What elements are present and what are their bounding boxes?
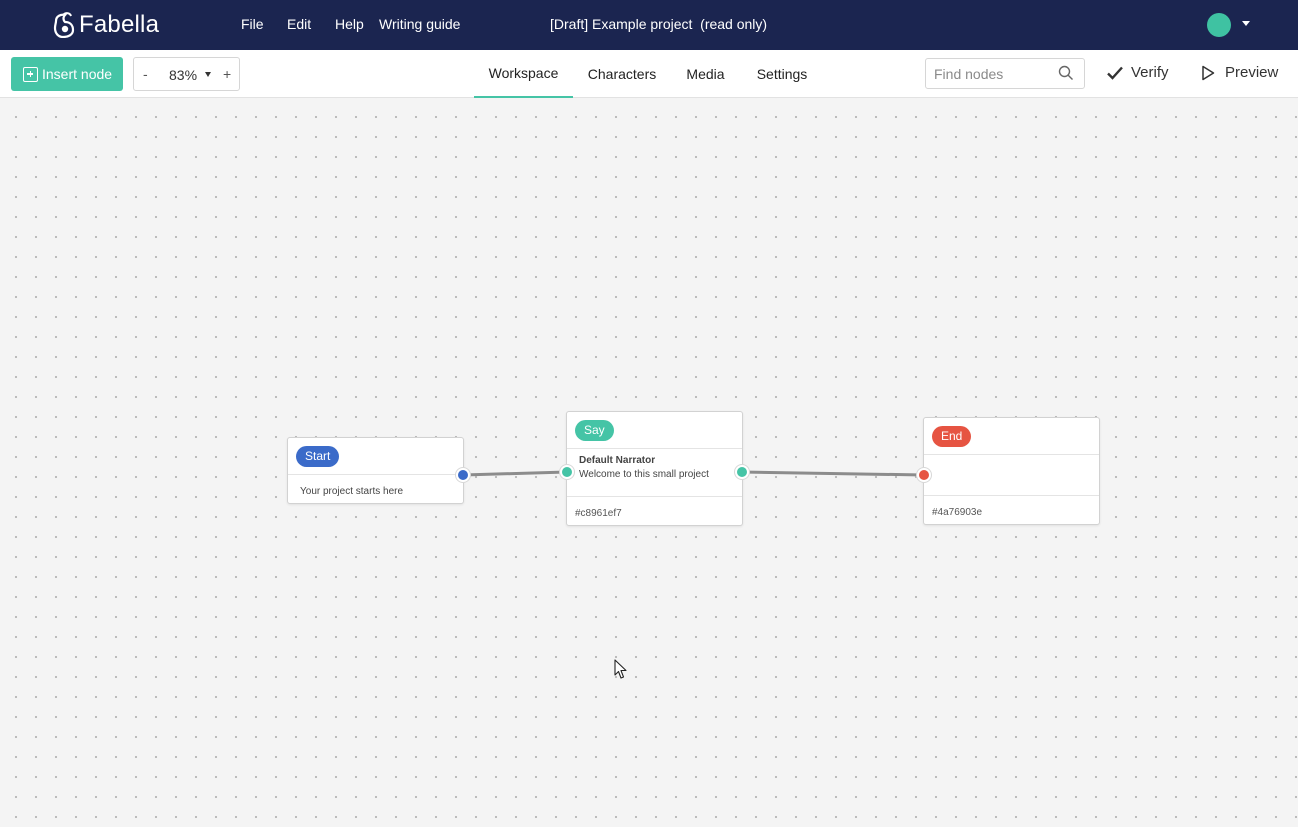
- check-icon: [1107, 66, 1123, 80]
- node-divider: [567, 496, 742, 497]
- insert-plus-icon: [23, 66, 38, 82]
- dropdown-caret-icon[interactable]: [1242, 21, 1250, 26]
- verify-label: Verify: [1131, 64, 1169, 81]
- node-header: Start: [288, 438, 463, 475]
- logo-icon: [53, 12, 75, 38]
- start-output-port[interactable]: [456, 468, 470, 482]
- menu-writing-guide[interactable]: Writing guide: [379, 16, 460, 32]
- menu-help[interactable]: Help: [335, 16, 364, 32]
- insert-node-button[interactable]: Insert node: [11, 57, 123, 91]
- search-icon[interactable]: [1058, 65, 1074, 81]
- end-node[interactable]: End #4a76903e: [923, 417, 1100, 525]
- brand-name: Fabella: [79, 11, 160, 38]
- tab-media-label: Media: [686, 66, 725, 82]
- node-id: #4a76903e: [932, 507, 983, 518]
- node-header: End: [924, 418, 1099, 455]
- tab-characters-label: Characters: [587, 66, 657, 82]
- tab-settings-label: Settings: [756, 66, 808, 82]
- node-header: Say: [567, 412, 742, 449]
- preview-label: Preview: [1225, 64, 1279, 81]
- insert-node-label: Insert node: [42, 66, 113, 82]
- node-description: Your project starts here: [300, 486, 404, 497]
- mouse-cursor-icon: [614, 659, 627, 679]
- toolbar: Insert node - 83% + Workspace Characters…: [0, 50, 1298, 98]
- zoom-in-button[interactable]: +: [223, 66, 231, 82]
- start-node[interactable]: Start Your project starts here: [287, 437, 464, 504]
- app-logo[interactable]: Fabella: [52, 9, 159, 41]
- speaker-name: Default Narrator: [579, 455, 656, 466]
- say-input-port[interactable]: [560, 465, 574, 479]
- play-icon: [1202, 65, 1215, 80]
- top-navbar: Fabella File Edit Help Writing guide [Dr…: [0, 0, 1298, 50]
- user-avatar[interactable]: [1207, 13, 1231, 37]
- menu-file[interactable]: File: [241, 16, 264, 32]
- say-output-port[interactable]: [735, 465, 749, 479]
- node-id: #c8961ef7: [575, 508, 622, 519]
- search-input[interactable]: [934, 65, 1054, 83]
- node-type-badge: End: [932, 426, 972, 447]
- zoom-out-button[interactable]: -: [143, 66, 148, 82]
- tab-workspace[interactable]: Workspace: [474, 50, 573, 98]
- tab-characters[interactable]: Characters: [577, 50, 667, 98]
- zoom-caret-icon[interactable]: [205, 72, 211, 77]
- node-type-badge: Say: [575, 420, 614, 441]
- say-node[interactable]: Say Default Narrator Welcome to this sma…: [566, 411, 743, 526]
- preview-button[interactable]: Preview: [1201, 64, 1278, 81]
- zoom-level-select[interactable]: 83%: [169, 67, 197, 83]
- menu-edit[interactable]: Edit: [287, 16, 311, 32]
- zoom-control: - 83% +: [133, 57, 240, 91]
- tab-workspace-label: Workspace: [488, 65, 559, 81]
- verify-button[interactable]: Verify: [1106, 64, 1169, 81]
- end-input-port[interactable]: [917, 468, 931, 482]
- dialogue-text: Welcome to this small project: [579, 469, 709, 480]
- tab-media[interactable]: Media: [677, 50, 734, 98]
- node-divider: [924, 495, 1099, 496]
- document-title: [Draft] Example project (read only): [550, 16, 768, 32]
- node-type-badge: Start: [296, 446, 340, 467]
- search-box: [925, 58, 1085, 89]
- tab-settings[interactable]: Settings: [747, 50, 817, 98]
